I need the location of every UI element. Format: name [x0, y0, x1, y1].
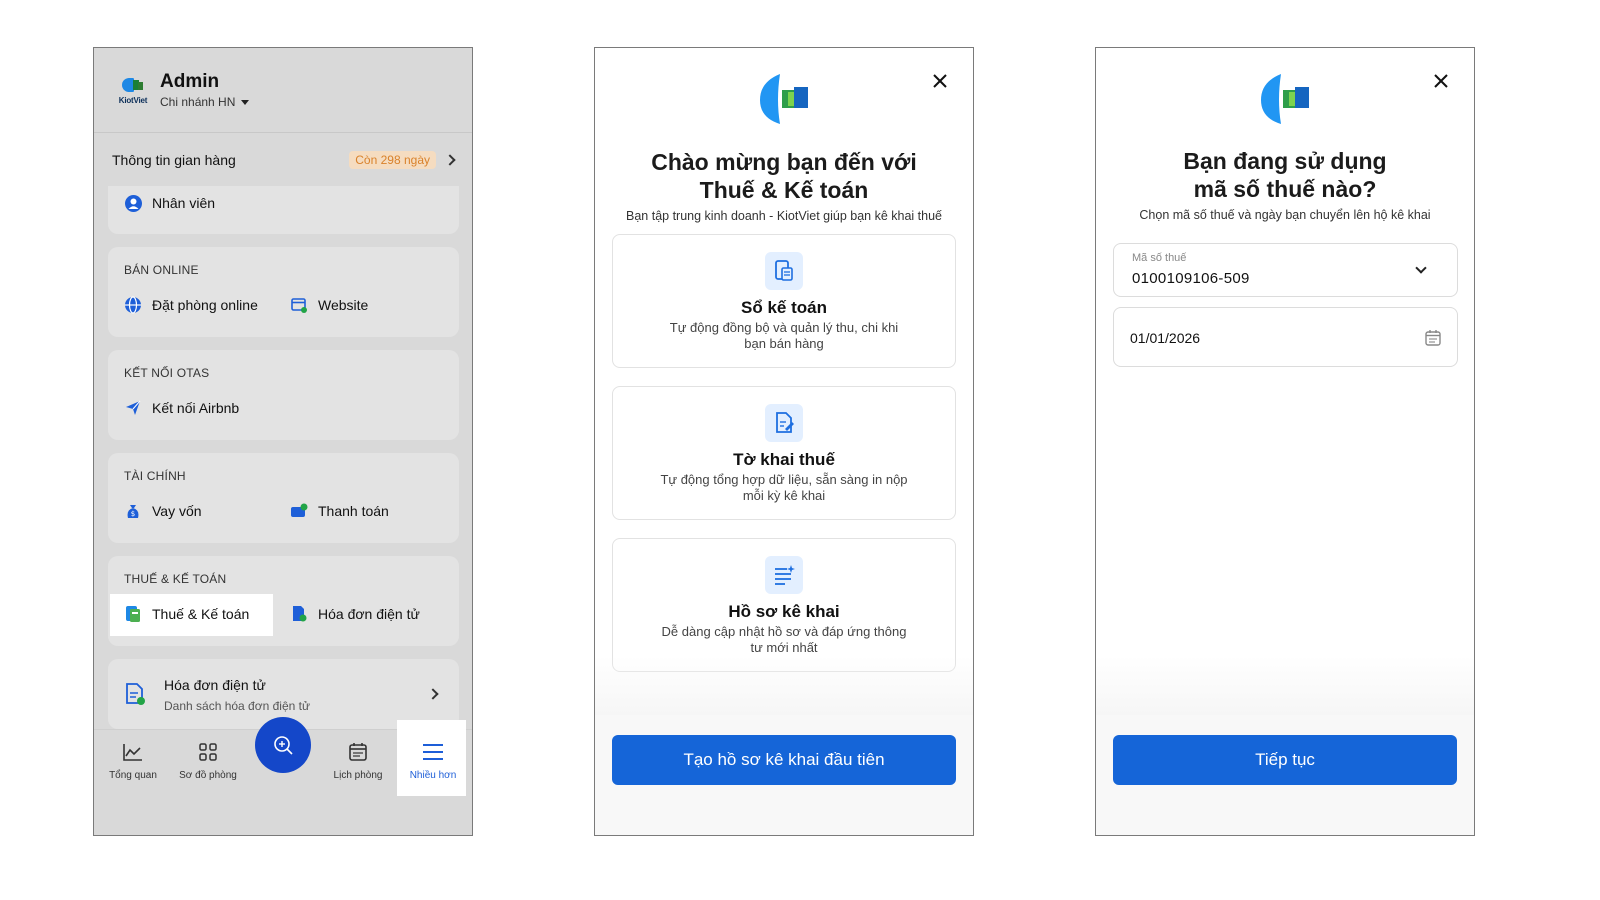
bottom-nav: Tổng quan Sơ đồ phòng Lịch phòng Nhiều h… [94, 717, 472, 835]
scroll-fade [1096, 656, 1474, 716]
menu-item-website[interactable]: Website [290, 296, 368, 314]
menu-item-label: Vay vốn [152, 503, 202, 519]
feature-title: Tờ khai thuế [733, 450, 835, 469]
feature-desc: Dễ dàng cập nhật hồ sơ và đáp ứng thông … [661, 624, 907, 655]
tax-form-icon [765, 404, 803, 442]
menu-item-label: Nhân viên [152, 195, 216, 211]
page-title: Bạn đang sử dụng mã số thuế nào? [1183, 148, 1387, 202]
continue-button[interactable]: Tiếp tục [1113, 735, 1457, 785]
menu-item-airbnb[interactable]: Kết nối Airbnb [124, 399, 239, 417]
section-title: TÀI CHÍNH [124, 469, 186, 483]
menu-item-staff[interactable]: Nhân viên [124, 194, 215, 212]
close-icon[interactable] [931, 72, 949, 90]
phone-more-menu: KiotViet Admin Chi nhánh HN Thông tin gi… [93, 47, 473, 836]
menu-item-payment[interactable]: Thanh toán [290, 502, 389, 520]
page-subtitle: Chọn mã số thuế và ngày bạn chuyển lên h… [1139, 208, 1431, 222]
tax-accounting-icon [124, 605, 142, 623]
money-bag-icon: $ [124, 502, 142, 520]
phone-welcome: Chào mừng bạn đến với Thuế & Kế toán Bạn… [594, 47, 974, 836]
hamburger-icon [421, 740, 445, 764]
field-value: 0100109106-509 [1132, 270, 1250, 287]
chevron-down-icon [1415, 262, 1427, 274]
staff-card: Nhân viên [108, 186, 459, 234]
einvoice-doc-icon [124, 682, 146, 706]
chart-icon [121, 740, 145, 764]
tax-accounting-card: THUẾ & KẾ TOÁN Thuế & Kế toán Hóa đơn đi… [108, 556, 459, 646]
menu-item-online-booking[interactable]: Đặt phòng online [124, 296, 258, 314]
feature-desc: Tự động đồng bộ và quản lý thu, chi khi … [669, 320, 899, 351]
tab-room-map[interactable]: Sơ đồ phòng [173, 740, 243, 781]
scroll-fade [595, 656, 973, 716]
tab-label: Tổng quan [109, 770, 157, 781]
shop-info-row[interactable]: Thông tin gian hàng Còn 298 ngày [94, 132, 472, 186]
tab-label: Lịch phòng [333, 770, 383, 781]
branch-selector[interactable]: Chi nhánh HN [160, 95, 250, 109]
menu-item-label: Đặt phòng online [152, 297, 258, 313]
section-title: BÁN ONLINE [124, 263, 199, 277]
caret-down-icon [241, 99, 250, 105]
app-logo-icon [760, 74, 808, 124]
feature-card-profile[interactable]: Hồ sơ kê khai Dễ dàng cập nhật hồ sơ và … [612, 538, 956, 672]
ledger-icon [765, 252, 803, 290]
wallet-icon [290, 502, 308, 520]
globe-icon [124, 296, 142, 314]
shop-info-label: Thông tin gian hàng [112, 151, 236, 168]
chevron-right-icon [427, 688, 439, 700]
scan-button[interactable] [255, 717, 311, 773]
finance-card: TÀI CHÍNH $ Vay vốn Thanh toán [108, 453, 459, 543]
tab-label: Sơ đồ phòng [179, 770, 237, 781]
einvoice-title: Hóa đơn điện tử [164, 677, 266, 693]
einvoice-subtitle: Danh sách hóa đơn điện tử [164, 699, 310, 713]
page-subtitle: Bạn tập trung kinh doanh - KiotViet giúp… [626, 209, 942, 223]
chevron-right-icon [444, 153, 456, 166]
website-icon [290, 296, 308, 314]
invoice-icon [290, 605, 308, 623]
tab-room-calendar[interactable]: Lịch phòng [323, 740, 393, 781]
field-value: 01/01/2026 [1130, 330, 1201, 346]
menu-item-label: Thanh toán [318, 503, 389, 519]
profile-list-icon [765, 556, 803, 594]
section-title: THUẾ & KẾ TOÁN [124, 572, 227, 586]
phone-tax-code: Bạn đang sử dụng mã số thuế nào? Chọn mã… [1095, 47, 1475, 836]
feature-card-ledger[interactable]: Sổ kế toán Tự động đồng bộ và quản lý th… [612, 234, 956, 368]
scan-search-icon [274, 736, 293, 755]
page-title: Chào mừng bạn đến với Thuế & Kế toán [651, 149, 917, 203]
feature-desc: Tự động tổng hợp dữ liệu, sẵn sàng in nộ… [660, 472, 908, 503]
svg-text:$: $ [131, 510, 135, 518]
menu-item-label: Website [318, 297, 369, 313]
menu-item-tax-accounting[interactable]: Thuế & Kế toán [124, 605, 249, 623]
menu-item-loan[interactable]: $ Vay vốn [124, 502, 202, 520]
remaining-days-badge: Còn 298 ngày [349, 150, 436, 169]
user-icon [124, 194, 142, 212]
otas-card: KẾT NỐI OTAS Kết nối Airbnb [108, 350, 459, 440]
send-icon [124, 399, 142, 417]
tab-label: Nhiều hơn [409, 770, 457, 781]
field-label: Mã số thuế [1132, 252, 1187, 264]
tab-overview[interactable]: Tổng quan [98, 740, 168, 781]
kiotviet-logo: KiotViet [116, 70, 150, 110]
menu-item-label: Kết nối Airbnb [152, 400, 240, 416]
grid-icon [196, 740, 220, 764]
tab-more[interactable]: Nhiều hơn [398, 740, 468, 781]
branch-label: Chi nhánh HN [160, 95, 236, 109]
create-first-declaration-button[interactable]: Tạo hồ sơ kê khai đầu tiên [612, 735, 956, 785]
menu-item-label: Thuế & Kế toán [152, 606, 250, 622]
app-header: KiotViet Admin Chi nhánh HN [94, 48, 472, 132]
section-title: KẾT NỐI OTAS [124, 366, 210, 380]
menu-item-label: Hóa đơn điện tử [318, 606, 420, 622]
feature-card-tax-form[interactable]: Tờ khai thuế Tự động tổng hợp dữ liệu, s… [612, 386, 956, 520]
tax-code-select[interactable]: Mã số thuế 0100109106-509 [1113, 243, 1458, 297]
feature-title: Sổ kế toán [741, 298, 827, 317]
calendar-icon[interactable] [1425, 329, 1441, 346]
online-sales-card: BÁN ONLINE Đặt phòng online Website [108, 247, 459, 337]
close-icon[interactable] [1432, 72, 1450, 90]
menu-item-einvoice[interactable]: Hóa đơn điện tử [290, 605, 420, 623]
calendar-icon [346, 740, 370, 764]
feature-title: Hồ sơ kê khai [728, 602, 840, 621]
date-field[interactable]: 01/01/2026 [1113, 307, 1458, 367]
app-logo-icon [1261, 74, 1309, 124]
user-name: Admin [160, 71, 220, 92]
